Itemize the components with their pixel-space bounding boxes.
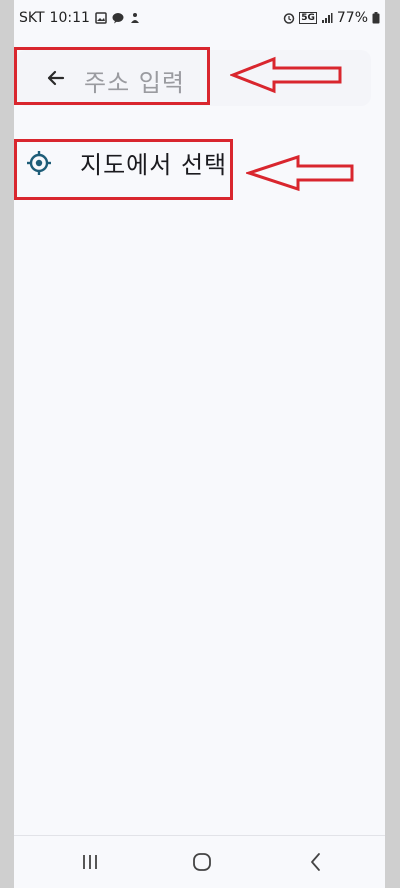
carrier-label: SKT <box>19 10 45 26</box>
home-icon[interactable] <box>188 848 216 876</box>
gallery-icon <box>95 12 107 24</box>
system-nav-bar <box>14 835 385 888</box>
annotation-box-map-select <box>14 139 233 200</box>
annotation-arrow-map-select <box>246 154 354 192</box>
annotation-arrow-search <box>230 56 342 94</box>
network-badge: 5G <box>299 12 317 24</box>
talk-icon <box>112 12 124 24</box>
status-right: 5G 77% <box>283 10 380 26</box>
battery-percent: 77% <box>336 10 368 26</box>
recents-icon[interactable] <box>76 848 104 876</box>
clock: 10:11 <box>49 10 90 26</box>
alarm-icon <box>283 12 295 24</box>
status-bar: SKT 10:11 5G 77% <box>14 0 385 36</box>
status-left: SKT 10:11 <box>19 10 141 26</box>
app-screen: SKT 10:11 5G 77% 주소 입력 지도에서 선택 <box>14 0 385 888</box>
nav-back-icon[interactable] <box>302 848 330 876</box>
annotation-box-search <box>14 47 210 105</box>
signal-icon <box>321 12 333 24</box>
battery-icon <box>372 12 380 24</box>
notification-icon <box>129 12 141 24</box>
